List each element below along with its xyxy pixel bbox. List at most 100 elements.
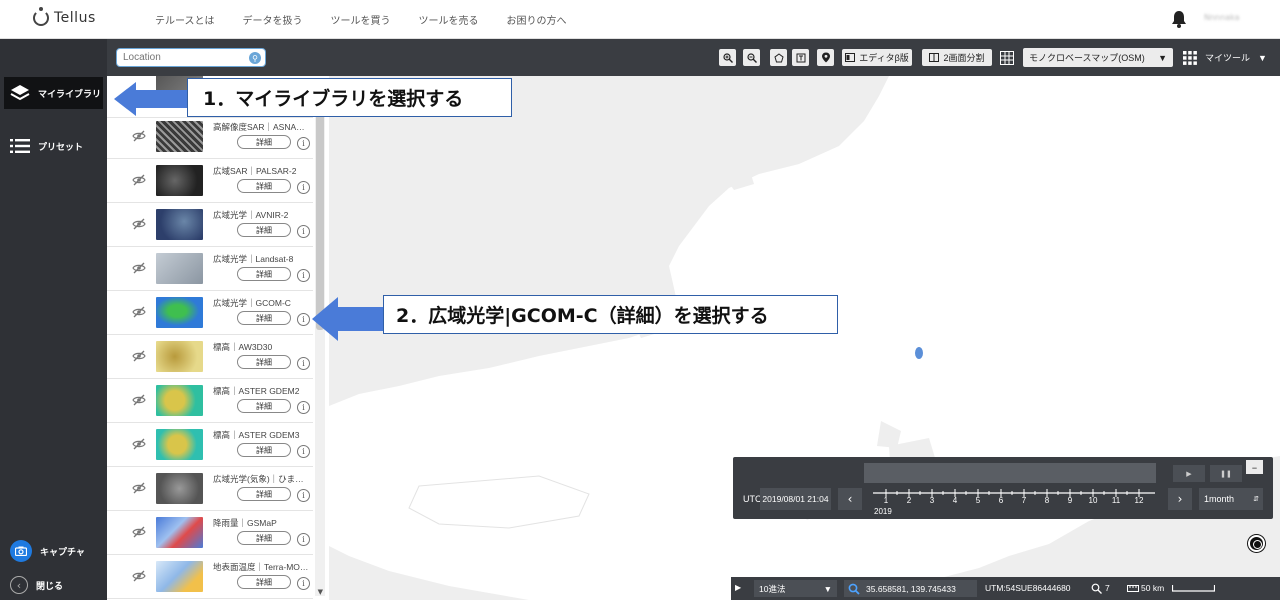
layer-detail-button[interactable]: 詳細 <box>237 399 291 413</box>
layer-item[interactable]: 標高｜AW3D30 詳細 i <box>107 335 313 379</box>
marker-tool-button[interactable] <box>817 49 834 66</box>
split-view-icon <box>929 53 940 62</box>
eye-slash-icon[interactable] <box>132 130 146 142</box>
location-search-input[interactable] <box>116 48 266 67</box>
scroll-down-icon[interactable]: ▼ <box>318 588 323 596</box>
layer-item[interactable]: 広域光学｜Landsat-8 詳細 i <box>107 247 313 291</box>
basemap-selected-label: モノクロベースマップ(OSM) <box>1029 53 1145 63</box>
eye-slash-icon[interactable] <box>132 174 146 186</box>
polygon-tool-button[interactable] <box>770 49 787 66</box>
layer-item[interactable]: 標高｜ASTER GDEM3 詳細 i <box>107 423 313 467</box>
minimize-button[interactable]: – <box>1246 460 1263 474</box>
rail-item-my-library[interactable]: マイライブラリ <box>4 77 103 109</box>
layer-detail-button[interactable]: 詳細 <box>237 443 291 457</box>
tellus-logo[interactable]: Tellus <box>33 7 96 26</box>
timeline-next-button[interactable]: › <box>1168 488 1192 510</box>
eye-slash-icon[interactable] <box>132 306 146 318</box>
layer-item[interactable]: 地表面温度｜Terra-MODIS 詳細 i <box>107 555 313 599</box>
layer-detail-button[interactable]: 詳細 <box>237 223 291 237</box>
info-icon[interactable]: i <box>297 181 310 194</box>
layer-thumbnail <box>156 297 203 328</box>
rail-item-presets[interactable]: プリセット <box>4 130 103 162</box>
info-icon[interactable]: i <box>297 357 310 370</box>
close-panel-button[interactable]: ‹ 閉じる <box>4 569 103 600</box>
current-datetime[interactable]: 2019/08/01 21:04 <box>760 488 831 510</box>
compass-icon[interactable] <box>1248 535 1265 552</box>
layer-item[interactable]: 標高｜ASTER GDEM2 詳細 i <box>107 379 313 423</box>
info-icon[interactable]: i <box>297 489 310 502</box>
layer-detail-button[interactable]: 詳細 <box>237 531 291 545</box>
editor-beta-button[interactable]: エディタβ版 <box>842 49 912 66</box>
zoom-out-button[interactable] <box>743 49 760 66</box>
scrollbar-thumb[interactable] <box>316 80 324 330</box>
info-icon[interactable]: i <box>297 533 310 546</box>
month-label: 12 <box>1134 496 1144 505</box>
eye-slash-icon[interactable] <box>132 394 146 406</box>
my-tools-menu[interactable]: マイツール ▼ <box>1205 49 1267 66</box>
month-label: 1 <box>883 496 889 505</box>
pause-button[interactable]: ❚❚ <box>1210 465 1242 482</box>
eye-slash-icon[interactable] <box>132 438 146 450</box>
nav-link-help[interactable]: お困りの方へ <box>507 12 567 27</box>
layer-item[interactable]: 広域光学｜AVNIR-2 詳細 i <box>107 203 313 247</box>
layer-detail-button[interactable]: 詳細 <box>237 575 291 589</box>
expand-arrow-icon[interactable]: ▶ <box>735 583 741 592</box>
layer-detail-button[interactable]: 詳細 <box>237 179 291 193</box>
japan-map <box>329 76 1280 600</box>
eye-slash-icon[interactable] <box>132 350 146 362</box>
basemap-select[interactable]: モノクロベースマップ(OSM) ▼ <box>1023 48 1173 67</box>
play-button[interactable]: ▶ <box>1173 465 1205 482</box>
month-label: 6 <box>998 496 1004 505</box>
search-icon <box>848 583 860 595</box>
eye-slash-icon[interactable] <box>132 570 146 582</box>
period-select[interactable]: 1month ⇵ <box>1199 488 1263 510</box>
layer-detail-button[interactable]: 詳細 <box>237 487 291 501</box>
layer-detail-button[interactable]: 詳細 <box>237 355 291 369</box>
month-label: 5 <box>975 496 981 505</box>
layer-item[interactable]: 広域SAR｜PALSAR-2 詳細 i <box>107 159 313 203</box>
nav-link-sell-tools[interactable]: ツールを売る <box>419 12 479 27</box>
eye-slash-icon[interactable] <box>132 526 146 538</box>
capture-button[interactable]: キャプチャ <box>4 535 103 567</box>
eye-slash-icon[interactable] <box>132 262 146 274</box>
layer-item[interactable]: 高解像度SAR｜ASNARO-2 詳細 i <box>107 115 313 159</box>
eye-slash-icon[interactable] <box>132 482 146 494</box>
month-label: 4 <box>952 496 958 505</box>
info-icon[interactable]: i <box>297 137 310 150</box>
user-name[interactable]: Nnnnaka <box>1204 13 1240 22</box>
layer-item-gcom-c[interactable]: 広域光学｜GCOM-C 詳細 i <box>107 291 313 335</box>
layer-name: 標高｜ASTER GDEM3 <box>213 430 300 440</box>
top-nav: Tellus テルースとは データを扱う ツールを買う ツールを売る お困りの方… <box>0 0 1280 39</box>
search-icon[interactable]: ⚲ <box>249 52 261 64</box>
text-tool-button[interactable] <box>792 49 809 66</box>
timeline-prev-button[interactable]: ‹ <box>838 488 862 510</box>
layer-item[interactable]: 降雨量｜GSMaP 詳細 i <box>107 511 313 555</box>
layer-detail-button[interactable]: 詳細 <box>237 267 291 281</box>
info-icon[interactable]: i <box>297 445 310 458</box>
info-icon[interactable]: i <box>297 225 310 238</box>
grid-icon[interactable] <box>1000 51 1014 65</box>
pentagon-icon <box>773 52 784 62</box>
coordinate-format-select[interactable]: 10進法 ▼ <box>754 580 837 597</box>
info-icon[interactable]: i <box>297 401 310 414</box>
timeline-months[interactable]: 1 2 3 4 5 6 7 8 9 10 11 12 2019 <box>873 488 1155 516</box>
info-icon[interactable]: i <box>297 269 310 282</box>
timeline-track[interactable] <box>864 463 1156 483</box>
zoom-in-button[interactable] <box>719 49 736 66</box>
gcom-c-detail-button[interactable]: 詳細 <box>237 311 291 325</box>
nav-link-about[interactable]: テルースとは <box>155 12 215 27</box>
nav-link-data[interactable]: データを扱う <box>243 12 303 27</box>
layer-detail-button[interactable]: 詳細 <box>237 135 291 149</box>
eye-slash-icon[interactable] <box>132 218 146 230</box>
editor-icon <box>845 53 856 62</box>
bell-icon[interactable] <box>1171 10 1187 28</box>
info-icon[interactable]: i <box>297 577 310 590</box>
nav-link-buy-tools[interactable]: ツールを買う <box>331 12 391 27</box>
layer-thumbnail <box>156 561 203 592</box>
coordinate-value: 35.658581, 139.745433 <box>866 583 956 594</box>
split-screen-button[interactable]: 2画面分割 <box>922 49 992 66</box>
layer-item[interactable]: 広域光学(気象)｜ひまわり8号 詳細 i <box>107 467 313 511</box>
info-icon[interactable]: i <box>297 313 310 326</box>
map-view[interactable] <box>329 76 1280 600</box>
coordinate-search[interactable]: 35.658581, 139.745433 <box>844 580 977 597</box>
